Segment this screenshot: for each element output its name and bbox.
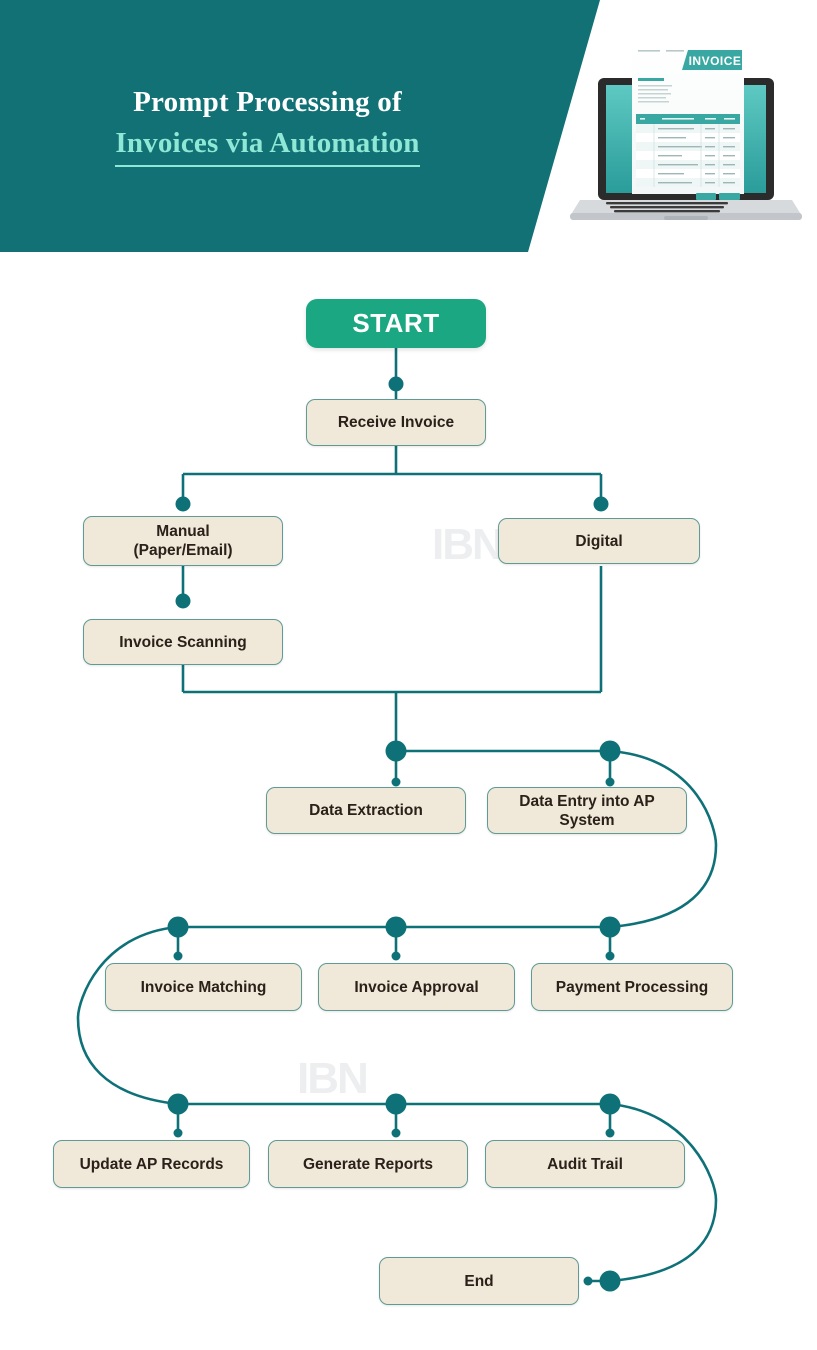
dot-approval (385, 916, 407, 938)
watermark-ibn-1: IBN (432, 520, 504, 569)
node-end-label: End (464, 1272, 494, 1290)
dot-scanning (175, 593, 191, 609)
node-data-entry-ap[interactable]: Data Entry into AP System (487, 787, 687, 834)
node-invoice-scanning-label: Invoice Scanning (119, 633, 247, 651)
node-update-ap-records-label: Update AP Records (79, 1155, 224, 1173)
node-invoice-approval[interactable]: Invoice Approval (318, 963, 515, 1011)
node-data-extraction[interactable]: Data Extraction (266, 787, 466, 834)
dot-updateap (167, 1093, 189, 1115)
dot-extraction (385, 740, 407, 762)
node-generate-reports-label: Generate Reports (302, 1155, 434, 1173)
dot-matching (167, 916, 189, 938)
node-digital-label: Digital (575, 532, 623, 550)
dot-payment (599, 916, 621, 938)
edge-curve-right-upper (609, 749, 718, 929)
node-generate-reports[interactable]: Generate Reports (268, 1140, 468, 1188)
node-invoice-matching[interactable]: Invoice Matching (105, 963, 302, 1011)
node-audit-trail[interactable]: Audit Trail (485, 1140, 685, 1188)
dot-reports (385, 1093, 407, 1115)
dot-end (599, 1270, 621, 1292)
node-audit-trail-label: Audit Trail (547, 1155, 623, 1173)
dot-start-receive (388, 376, 404, 392)
dot-audit (599, 1093, 621, 1115)
node-data-extraction-label: Data Extraction (309, 802, 423, 819)
node-data-entry-ap-label-line2: System (559, 811, 615, 829)
node-manual-label-line1: Manual (156, 523, 210, 540)
node-payment-processing[interactable]: Payment Processing (531, 963, 733, 1011)
node-payment-processing-label: Payment Processing (555, 978, 709, 996)
dot-dataentry (599, 740, 621, 762)
dot-manual (175, 496, 191, 512)
node-start-label: START (352, 308, 440, 338)
infographic-page: Prompt Processing of Invoices via Automa… (0, 0, 817, 1350)
node-manual-label-line2: (Paper/Email) (133, 542, 233, 559)
watermark-ibn-2: IBN (297, 1054, 369, 1103)
node-invoice-approval-label: Invoice Approval (354, 978, 479, 996)
node-digital[interactable]: Digital (498, 518, 700, 564)
node-data-entry-ap-label-line1: Data Entry into AP (519, 792, 655, 810)
node-invoice-matching-label: Invoice Matching (140, 978, 267, 996)
edge-curve-left (76, 925, 179, 1106)
node-invoice-scanning[interactable]: Invoice Scanning (83, 619, 283, 665)
stem-tip-dots (173, 777, 615, 1286)
node-manual[interactable]: Manual (Paper/Email) (83, 516, 283, 566)
node-update-ap-records[interactable]: Update AP Records (53, 1140, 250, 1188)
node-receive-invoice[interactable]: Receive Invoice (306, 399, 486, 446)
edge-curve-right-lower (609, 1102, 718, 1283)
node-receive-invoice-label: Receive Invoice (337, 414, 455, 431)
dot-digital (593, 496, 609, 512)
node-start[interactable]: START (306, 299, 486, 348)
node-end[interactable]: End (379, 1257, 579, 1305)
